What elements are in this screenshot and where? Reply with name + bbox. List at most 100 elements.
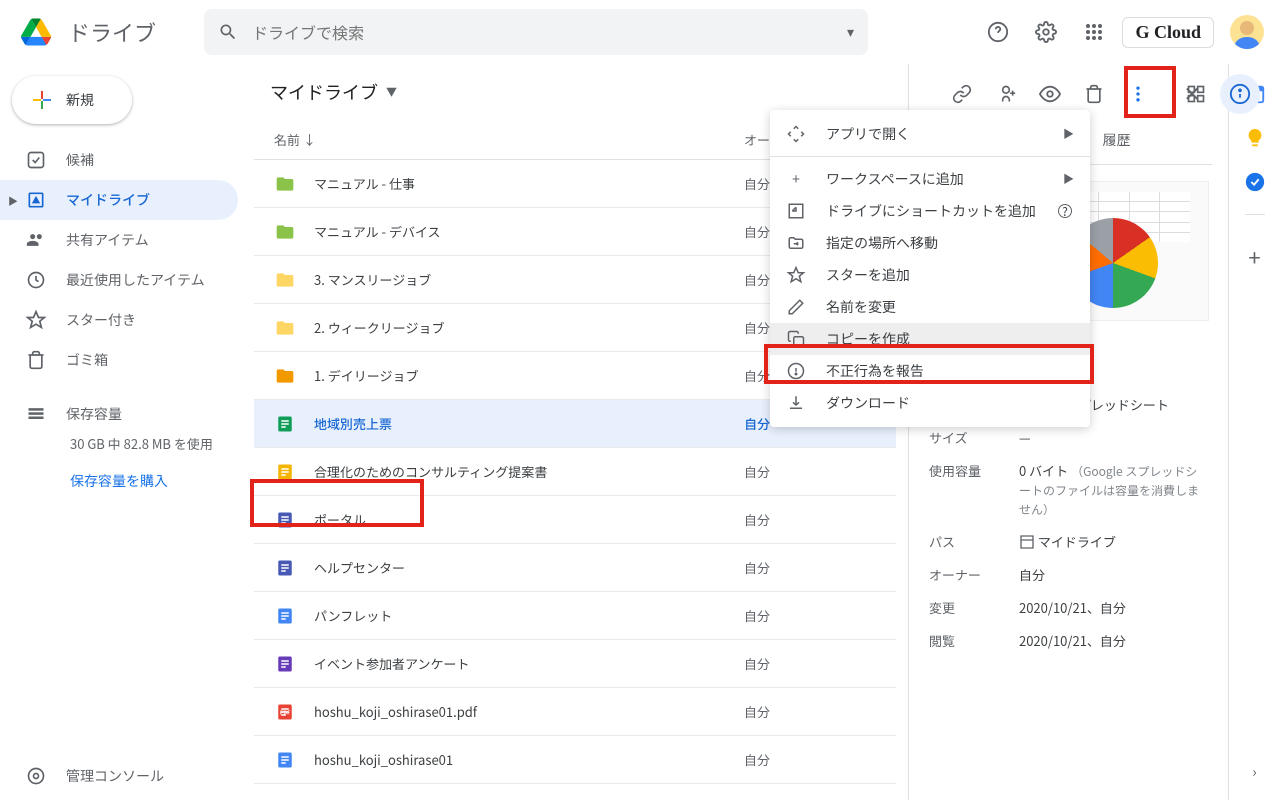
share-icon[interactable]: [986, 74, 1026, 114]
trash-icon[interactable]: [1074, 74, 1114, 114]
meta-path-key: パス: [929, 532, 1019, 551]
collapse-panel-icon[interactable]: ›: [1243, 760, 1267, 784]
nav-item-4[interactable]: スター付き: [0, 300, 238, 340]
help-icon[interactable]: [978, 12, 1018, 52]
file-type-icon: [274, 318, 296, 338]
admin-icon: [26, 766, 46, 786]
menu-label: スターを追加: [826, 265, 910, 285]
search-bar[interactable]: ▾: [204, 9, 868, 55]
preview-icon[interactable]: [1030, 74, 1070, 114]
nav-item-2[interactable]: 共有アイテム: [0, 220, 238, 260]
breadcrumb-label: マイドライブ: [270, 79, 378, 105]
menu-open[interactable]: アプリで開く▶: [770, 118, 1090, 150]
brand-badge[interactable]: G Cloud: [1122, 17, 1214, 48]
file-name: hoshu_koji_oshirase01.pdf: [314, 702, 744, 721]
people-icon: [26, 230, 46, 250]
file-type-icon: [274, 559, 296, 577]
meta-path-val[interactable]: マイドライブ: [1019, 532, 1208, 551]
menu-label: 指定の場所へ移動: [826, 233, 938, 253]
meta-size-val: —: [1019, 428, 1208, 447]
file-row[interactable]: hoshu_koji_oshirase01自分: [254, 736, 896, 784]
menu-rename[interactable]: 名前を変更: [770, 291, 1090, 323]
file-type-icon: [274, 366, 296, 386]
nav-label: 共有アイテム: [66, 230, 149, 250]
storage-icon: [26, 404, 46, 424]
info-icon[interactable]: [1220, 74, 1260, 114]
meta-mod-key: 変更: [929, 598, 1019, 617]
meta-usage-key: 使用容量: [929, 461, 1019, 518]
shortcut-icon: [786, 202, 806, 220]
col-name[interactable]: 名前: [274, 130, 300, 149]
help-icon[interactable]: ?: [1058, 204, 1072, 218]
file-owner: 自分: [744, 606, 770, 625]
file-row[interactable]: イベント参加者アンケート自分: [254, 640, 896, 688]
storage-label: 保存容量: [66, 404, 122, 424]
menu-copy[interactable]: コピーを作成: [770, 323, 1090, 355]
download-icon: [786, 394, 806, 412]
menu-shortcut[interactable]: ドライブにショートカットを追加?: [770, 195, 1090, 227]
grid-view-icon[interactable]: [1176, 74, 1216, 114]
file-row[interactable]: PDFhoshu_koji_oshirase01.pdf自分: [254, 688, 896, 736]
keep-icon[interactable]: [1243, 126, 1267, 150]
file-row[interactable]: ポータル自分: [254, 496, 896, 544]
link-icon[interactable]: [942, 74, 982, 114]
menu-label: 不正行為を報告: [826, 361, 924, 381]
file-owner: 自分: [744, 222, 770, 241]
menu-download[interactable]: ダウンロード: [770, 387, 1090, 419]
search-input[interactable]: [252, 20, 833, 44]
file-owner: 自分: [744, 462, 770, 481]
meta-size-key: サイズ: [929, 428, 1019, 447]
storage-text: 30 GB 中 82.8 MB を使用: [0, 434, 250, 453]
file-row[interactable]: ヘルプセンター自分: [254, 544, 896, 592]
nav-label: 候補: [66, 150, 94, 170]
file-name: 1. デイリージョブ: [314, 366, 744, 385]
file-type-icon: [274, 511, 296, 529]
nav-item-0[interactable]: 候補: [0, 140, 238, 180]
menu-plus[interactable]: +ワークスペースに追加▶: [770, 163, 1090, 195]
search-icon: [218, 22, 238, 42]
file-row[interactable]: 合理化のためのコンサルティング提案書自分: [254, 448, 896, 496]
file-type-icon: [274, 415, 296, 433]
nav-label: 最近使用したアイテム: [66, 270, 205, 290]
copy-icon: [786, 330, 806, 348]
plus-icon: +: [786, 169, 806, 189]
menu-report[interactable]: 不正行為を報告: [770, 355, 1090, 387]
menu-star[interactable]: スターを追加: [770, 259, 1090, 291]
menu-label: コピーを作成: [826, 329, 910, 349]
nav-label: マイドライブ: [66, 190, 150, 210]
file-row[interactable]: パンフレット自分: [254, 592, 896, 640]
nav-item-3[interactable]: 最近使用したアイテム: [0, 260, 238, 300]
settings-icon[interactable]: [1026, 12, 1066, 52]
file-name: マニュアル - 仕事: [314, 174, 744, 193]
main-area: マイドライブ▼ 名前 ↓ オーナー マニュアル - 仕事自分マニュアル - デバ…: [250, 64, 1280, 800]
file-type-icon: [274, 463, 296, 481]
file-owner: 自分: [744, 750, 770, 769]
nav-label: ゴミ箱: [66, 350, 108, 370]
chevron-down-icon: ▼: [386, 84, 397, 100]
tab-history[interactable]: 履歴: [1099, 120, 1135, 164]
tasks-icon[interactable]: [1243, 170, 1267, 194]
menu-move[interactable]: 指定の場所へ移動: [770, 227, 1090, 259]
chevron-right-icon: ▶: [1063, 126, 1074, 142]
storage-item[interactable]: 保存容量: [0, 394, 250, 434]
add-addon-icon[interactable]: +: [1243, 245, 1267, 269]
file-owner: 自分: [744, 558, 770, 577]
file-type-icon: [274, 270, 296, 290]
more-icon[interactable]: [1118, 74, 1158, 114]
new-button[interactable]: 新規: [12, 76, 132, 124]
file-metadata: 種類Google スプレッドシート サイズ— 使用容量0 バイト （Google…: [925, 391, 1212, 654]
nav-item-5[interactable]: ゴミ箱: [0, 340, 238, 380]
file-name: ヘルプセンター: [314, 558, 744, 577]
avatar[interactable]: [1230, 15, 1264, 49]
drive-logo[interactable]: [16, 12, 56, 52]
star-icon: [786, 266, 806, 284]
sort-arrow-icon: ↓: [303, 130, 316, 149]
nav-item-1[interactable]: ▶マイドライブ: [0, 180, 238, 220]
meta-owner-val: 自分: [1019, 565, 1208, 584]
apps-icon[interactable]: [1074, 12, 1114, 52]
file-name: 3. マンスリージョブ: [314, 270, 744, 289]
admin-console[interactable]: 管理コンソール: [0, 752, 250, 800]
buy-storage-link[interactable]: 保存容量を購入: [0, 471, 250, 491]
search-dropdown-icon[interactable]: ▾: [847, 22, 854, 42]
file-name: 地域別売上票: [314, 414, 744, 433]
